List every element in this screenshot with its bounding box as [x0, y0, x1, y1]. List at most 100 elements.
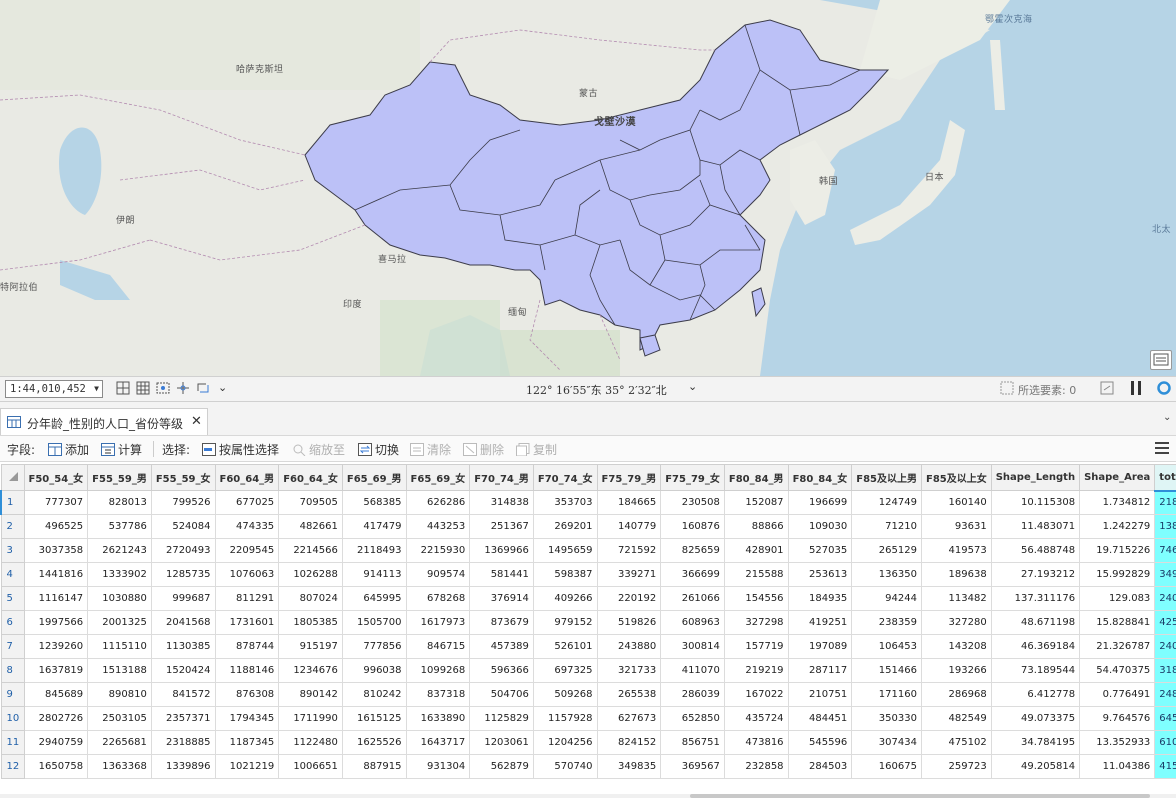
table-cell[interactable]: 327280: [920, 610, 992, 635]
table-cell[interactable]: 109030: [787, 514, 853, 539]
table-cell[interactable]: 219219: [723, 658, 789, 683]
table-cell[interactable]: 215588: [723, 562, 789, 587]
table-cell[interactable]: 232858: [723, 754, 789, 779]
table-cell[interactable]: 41540086: [1154, 754, 1176, 779]
table-row[interactable]: 11 2940759 2265681 2318885 1187345 1122480 162…: [0, 730, 1176, 755]
select-by-attributes-button[interactable]: 按属性选择: [202, 441, 279, 458]
table-cell[interactable]: 189638: [920, 562, 992, 587]
delete-button[interactable]: 删除: [463, 441, 504, 458]
table-cell[interactable]: 1495659: [532, 538, 598, 563]
table-cell[interactable]: 2940759: [23, 730, 89, 755]
table-cell[interactable]: 1363368: [87, 754, 152, 779]
chevron-down-icon[interactable]: ⌄: [688, 380, 697, 393]
row-header-corner[interactable]: [0, 464, 25, 491]
column-header[interactable]: F75_79_男: [596, 464, 662, 491]
map-overlay-button[interactable]: [1150, 350, 1172, 370]
table-cell[interactable]: 171160: [851, 682, 922, 707]
table-cell[interactable]: 677025: [214, 490, 280, 515]
table-cell[interactable]: 129.083: [1079, 586, 1156, 611]
table-cell[interactable]: 979152: [532, 610, 598, 635]
table-cell[interactable]: 300814: [660, 634, 725, 659]
table-cell[interactable]: 807024: [278, 586, 343, 611]
table-cell[interactable]: 473816: [723, 730, 789, 755]
table-cell[interactable]: 31850088: [1154, 658, 1176, 683]
attribute-table[interactable]: F50_54_女 F55_59_男 F55_59_女 F60_64_男 F60_64_女…: [0, 464, 1176, 798]
table-cell[interactable]: 1239260: [23, 634, 89, 659]
table-cell[interactable]: 608963: [660, 610, 725, 635]
table-cell[interactable]: 570740: [532, 754, 598, 779]
table-cell[interactable]: 193266: [920, 658, 992, 683]
table-cell[interactable]: 2214566: [278, 538, 343, 563]
table-cell[interactable]: 1130385: [150, 634, 216, 659]
table-cell[interactable]: 428901: [723, 538, 789, 563]
table-cell[interactable]: 154556: [723, 586, 789, 611]
table-cell[interactable]: 1076063: [214, 562, 280, 587]
column-header[interactable]: F75_79_女: [660, 464, 725, 491]
table-cell[interactable]: 484451: [787, 706, 853, 731]
table-cell[interactable]: 873679: [469, 610, 534, 635]
table-cell[interactable]: 24073453: [1154, 634, 1176, 659]
column-header[interactable]: F60_64_女: [278, 464, 343, 491]
table-cell[interactable]: 598387: [532, 562, 598, 587]
table-cell[interactable]: 581441: [469, 562, 534, 587]
table-cell[interactable]: 504706: [469, 682, 534, 707]
table-cell[interactable]: 482661: [278, 514, 343, 539]
refresh-icon[interactable]: [1100, 381, 1114, 395]
row-number[interactable]: 6: [0, 610, 25, 635]
table-cell[interactable]: 6.412778: [990, 682, 1081, 707]
table-cell[interactable]: 890810: [87, 682, 152, 707]
table-cell[interactable]: 1650758: [23, 754, 89, 779]
table-cell[interactable]: 314838: [469, 490, 534, 515]
table-cell[interactable]: 56.488748: [990, 538, 1081, 563]
table-cell[interactable]: 1204256: [532, 730, 598, 755]
table-cell[interactable]: 1122480: [278, 730, 343, 755]
table-cell[interactable]: 93631: [920, 514, 992, 539]
table-cell[interactable]: 184935: [787, 586, 853, 611]
table-cell[interactable]: 243880: [596, 634, 662, 659]
table-cell[interactable]: 2265681: [87, 730, 152, 755]
table-cell[interactable]: 1794345: [214, 706, 280, 731]
table-cell[interactable]: 1.734812: [1079, 490, 1156, 515]
column-header[interactable]: F85及以上男: [851, 464, 922, 491]
table-cell[interactable]: 349835: [596, 754, 662, 779]
row-number[interactable]: 2: [0, 514, 25, 539]
table-cell[interactable]: 9.764576: [1079, 706, 1156, 731]
table-row[interactable]: 5 1116147 1030880 999687 811291 807024 645995 6…: [0, 586, 1176, 611]
table-cell[interactable]: 13.352933: [1079, 730, 1156, 755]
table-cell[interactable]: 824152: [596, 730, 662, 755]
scale-select[interactable]: 1:44,010,452 ▼: [5, 380, 103, 398]
table-cell[interactable]: 54.470375: [1079, 658, 1156, 683]
table-cell[interactable]: 811291: [214, 586, 280, 611]
table-cell[interactable]: 1026288: [278, 562, 343, 587]
table-cell[interactable]: 2720493: [150, 538, 216, 563]
table-cell[interactable]: 196699: [787, 490, 853, 515]
table-cell[interactable]: 106453: [851, 634, 922, 659]
table-cell[interactable]: 1441816: [23, 562, 89, 587]
table-cell[interactable]: 1520424: [150, 658, 216, 683]
table-cell[interactable]: 210751: [787, 682, 853, 707]
table-cell[interactable]: 143208: [920, 634, 992, 659]
table-cell[interactable]: 1125829: [469, 706, 534, 731]
table-cell[interactable]: 1805385: [278, 610, 343, 635]
table-cell[interactable]: 1711990: [278, 706, 343, 731]
table-cell[interactable]: 645995: [341, 586, 407, 611]
table-cell[interactable]: 2357371: [150, 706, 216, 731]
table-cell[interactable]: 457389: [469, 634, 534, 659]
table-cell[interactable]: 1333902: [87, 562, 152, 587]
table-cell[interactable]: 1116147: [23, 586, 89, 611]
table-cell[interactable]: 482549: [920, 706, 992, 731]
table-cell[interactable]: 74610235: [1154, 538, 1176, 563]
snapping-icon[interactable]: [156, 381, 170, 395]
table-cell[interactable]: 474335: [214, 514, 280, 539]
table-cell[interactable]: 286039: [660, 682, 725, 707]
table-cell[interactable]: 49.205814: [990, 754, 1081, 779]
table-cell[interactable]: 1187345: [214, 730, 280, 755]
table-cell[interactable]: 46.369184: [990, 634, 1081, 659]
table-cell[interactable]: 777856: [341, 634, 407, 659]
refresh-icon[interactable]: [196, 381, 210, 395]
column-header[interactable]: F70_74_女: [532, 464, 598, 491]
table-cell[interactable]: 887915: [341, 754, 407, 779]
table-cell[interactable]: 856751: [660, 730, 725, 755]
table-cell[interactable]: 999687: [150, 586, 216, 611]
table-cell[interactable]: 140779: [596, 514, 662, 539]
